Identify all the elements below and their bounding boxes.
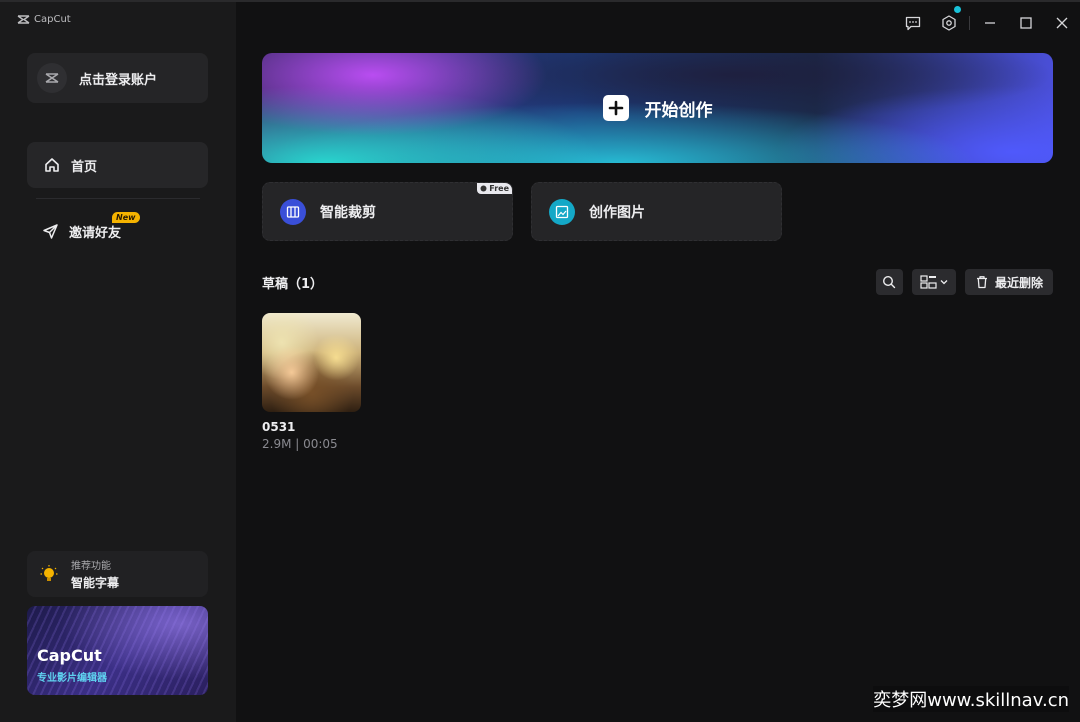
start-creating-button[interactable]: 开始创作: [262, 53, 1053, 163]
lightbulb-icon: [39, 564, 59, 584]
app-logo: CapCut: [17, 14, 71, 25]
sidebar-divider: [36, 198, 200, 199]
close-button[interactable]: [1044, 10, 1080, 36]
promo-brand: CapCut: [37, 646, 102, 665]
grid-view-icon: [920, 275, 937, 289]
send-icon: [41, 222, 59, 240]
chevron-down-icon: [940, 280, 948, 285]
promo-banner[interactable]: CapCut 专业影片编辑器: [27, 606, 208, 695]
create-image-button[interactable]: 创作图片: [531, 182, 782, 241]
draft-name: 0531: [262, 420, 296, 434]
draft-item[interactable]: 0531 2.9M | 00:05: [262, 313, 361, 451]
avatar: [37, 63, 67, 93]
sidebar: CapCut 点击登录账户 首页 邀请好友 New 推荐功能 智能字幕 CapC…: [0, 2, 236, 722]
settings-button[interactable]: [931, 6, 967, 36]
window-controls: [895, 6, 1080, 36]
toolbar-separator: [969, 16, 970, 30]
promo-subtitle: 专业影片编辑器: [37, 673, 107, 684]
feedback-button[interactable]: [895, 10, 931, 36]
maximize-button[interactable]: [1008, 10, 1044, 36]
recently-deleted-button[interactable]: 最近删除: [964, 269, 1053, 295]
app-logo-text: CapCut: [34, 14, 71, 25]
view-mode-dropdown[interactable]: [911, 269, 956, 295]
smart-crop-label: 智能裁剪: [320, 204, 376, 221]
app-window: CapCut 点击登录账户 首页 邀请好友 New 推荐功能 智能字幕 CapC…: [0, 0, 1080, 722]
draft-meta: 2.9M | 00:05: [262, 437, 338, 451]
settings-icon: [942, 15, 956, 31]
image-icon: [549, 198, 575, 225]
free-badge-icon: [480, 185, 487, 192]
trash-icon: [976, 276, 987, 289]
sidebar-item-home-label: 首页: [71, 159, 98, 175]
close-icon: [1056, 17, 1068, 29]
home-icon: [43, 156, 61, 174]
draft-thumbnail[interactable]: [262, 313, 361, 412]
crop-icon: [280, 198, 306, 225]
sidebar-item-home[interactable]: 首页: [27, 142, 208, 188]
recommended-feature-card[interactable]: 推荐功能 智能字幕: [27, 551, 208, 597]
recently-deleted-label: 最近删除: [994, 275, 1043, 290]
plus-icon: [602, 95, 629, 121]
minimize-icon: [985, 22, 995, 24]
new-badge: New: [112, 212, 140, 223]
free-badge: Free: [477, 183, 512, 194]
notification-dot: [954, 6, 961, 13]
drafts-title: 草稿（1）: [262, 277, 324, 292]
feature-title: 智能字幕: [71, 576, 120, 590]
minimize-button[interactable]: [972, 10, 1008, 36]
drafts-toolbar: 最近删除: [875, 269, 1053, 295]
search-button[interactable]: [875, 269, 903, 295]
capcut-avatar-icon: [45, 73, 59, 83]
create-image-label: 创作图片: [589, 204, 645, 221]
feature-caption: 推荐功能: [71, 561, 111, 572]
capcut-logo-icon: [17, 15, 30, 24]
login-label: 点击登录账户: [79, 72, 158, 88]
feedback-icon: [905, 16, 921, 30]
start-creating-label: 开始创作: [644, 100, 713, 121]
login-button[interactable]: 点击登录账户: [27, 53, 208, 103]
smart-crop-button[interactable]: 智能裁剪 Free: [262, 182, 513, 241]
maximize-icon: [1020, 17, 1032, 29]
watermark: 奕梦网www.skillnav.cn: [873, 686, 1069, 712]
free-badge-label: Free: [489, 184, 509, 193]
search-icon: [883, 275, 896, 289]
sidebar-item-invite-label: 邀请好友: [69, 225, 122, 241]
